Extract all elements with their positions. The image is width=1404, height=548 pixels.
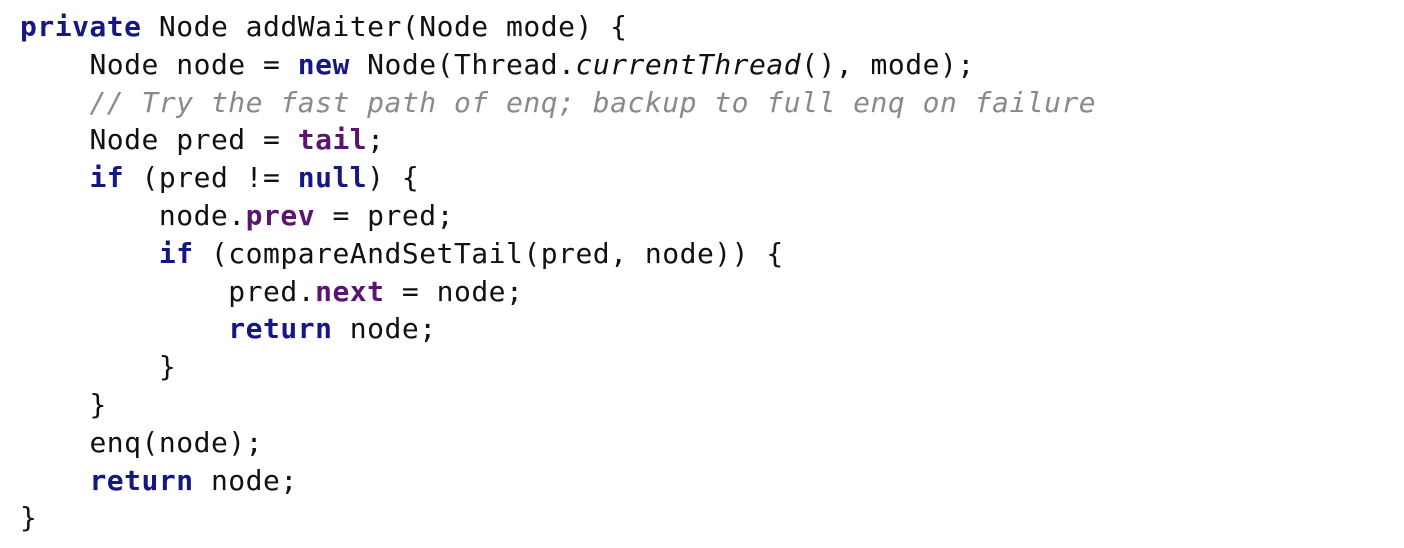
code-text: } [159, 350, 176, 383]
keyword-private: private [20, 10, 142, 43]
code-text: (pred != [124, 161, 298, 194]
code-line: } [20, 350, 176, 383]
indent-guide [20, 388, 89, 421]
code-text: node. [159, 199, 246, 232]
keyword-if: if [159, 237, 194, 270]
code-text: pred. [228, 275, 315, 308]
code-line: private Node addWaiter(Node mode) { [20, 10, 628, 43]
code-text: = pred; [315, 199, 454, 232]
code-text: Node(Thread. [350, 48, 576, 81]
indent-guide [20, 123, 89, 156]
code-text: (), mode); [801, 48, 975, 81]
indent-guide [20, 350, 159, 383]
code-text: Node pred = [89, 123, 297, 156]
indent-guide [20, 464, 89, 497]
keyword-new: new [298, 48, 350, 81]
keyword-null: null [298, 161, 367, 194]
indent-guide [20, 161, 89, 194]
code-text: Node node = [89, 48, 297, 81]
code-text: node; [332, 312, 436, 345]
code-line: node.prev = pred; [20, 199, 454, 232]
code-line: if (compareAndSetTail(pred, node)) { [20, 237, 784, 270]
code-block: private Node addWaiter(Node mode) { Node… [0, 0, 1404, 545]
code-line: return node; [20, 312, 437, 345]
indent-guide [20, 48, 89, 81]
code-text: Node addWaiter(Node mode) { [142, 10, 628, 43]
field-prev: prev [246, 199, 315, 232]
keyword-return: return [228, 312, 332, 345]
field-tail: tail [298, 123, 367, 156]
indent-guide [20, 199, 159, 232]
indent-guide [20, 426, 89, 459]
code-text: ) { [367, 161, 419, 194]
code-line: Node node = new Node(Thread.currentThrea… [20, 48, 975, 81]
indent-guide [20, 86, 89, 119]
code-text: } [20, 501, 37, 534]
comment: // Try the fast path of enq; backup to f… [89, 86, 1096, 119]
code-line: enq(node); [20, 426, 263, 459]
code-text: ; [367, 123, 384, 156]
code-text: node; [194, 464, 298, 497]
indent-guide [20, 237, 159, 270]
field-next: next [315, 275, 384, 308]
method-currentThread: currentThread [575, 48, 801, 81]
code-line: // Try the fast path of enq; backup to f… [20, 86, 1096, 119]
keyword-return: return [89, 464, 193, 497]
code-text: } [89, 388, 106, 421]
keyword-if: if [89, 161, 124, 194]
code-line: return node; [20, 464, 298, 497]
code-text: = node; [385, 275, 524, 308]
code-line: } [20, 501, 37, 534]
code-text: (compareAndSetTail(pred, node)) { [194, 237, 784, 270]
indent-guide [20, 312, 228, 345]
code-line: if (pred != null) { [20, 161, 419, 194]
indent-guide [20, 275, 228, 308]
code-line: } [20, 388, 107, 421]
code-line: Node pred = tail; [20, 123, 385, 156]
code-text: enq(node); [89, 426, 263, 459]
code-line: pred.next = node; [20, 275, 523, 308]
